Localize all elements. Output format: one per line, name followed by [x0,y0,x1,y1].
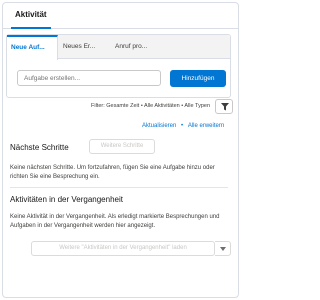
past-activities-menu-button[interactable] [215,241,231,256]
refresh-link[interactable]: Aktualisieren [142,123,176,129]
filter-button[interactable] [215,99,233,114]
tab-new-event[interactable]: Neues Er... [59,35,111,59]
composer-tabs: Neue Auf... Neues Er... Anruf pro... [7,35,230,60]
next-steps-empty-text: Keine nächsten Schritte. Um fortzufahren… [10,165,215,180]
funnel-icon [221,103,229,111]
tab-new-task[interactable]: Neue Auf... [7,35,58,60]
tab-activity[interactable]: Aktivität [11,9,51,29]
tab-log-call[interactable]: Anruf pro... [111,35,161,59]
activity-composer: Neue Auf... Neues Er... Anruf pro... Hin… [6,34,231,98]
create-task-input[interactable] [17,70,161,86]
chevron-down-icon [220,247,226,251]
load-past-activities-group: Weitere "Aktivitäten in der Vergangenhei… [31,241,231,256]
expand-all-link[interactable]: Alle erweitern [188,123,224,129]
past-activities-title: Aktivitäten in der Vergangenheit [10,195,123,204]
activity-tab-bar: Aktivität [3,3,238,29]
separator-dot: • [181,123,184,129]
filter-summary: Filter: Gesamte Zeit • Alle Aktivitäten … [91,103,210,109]
more-steps-button[interactable]: Weitere Schritte [89,139,155,154]
add-button[interactable]: Hinzufügen [170,70,226,87]
past-activities-empty-text: Keine Aktivität in der Vergangenheit. Al… [10,214,220,229]
section-divider [10,187,228,188]
activity-links: Aktualisieren • Alle erweitern [139,123,224,129]
load-past-activities-button[interactable]: Weitere "Aktivitäten in der Vergangenhei… [31,241,215,256]
next-steps-title: Nächste Schritte [10,143,69,152]
